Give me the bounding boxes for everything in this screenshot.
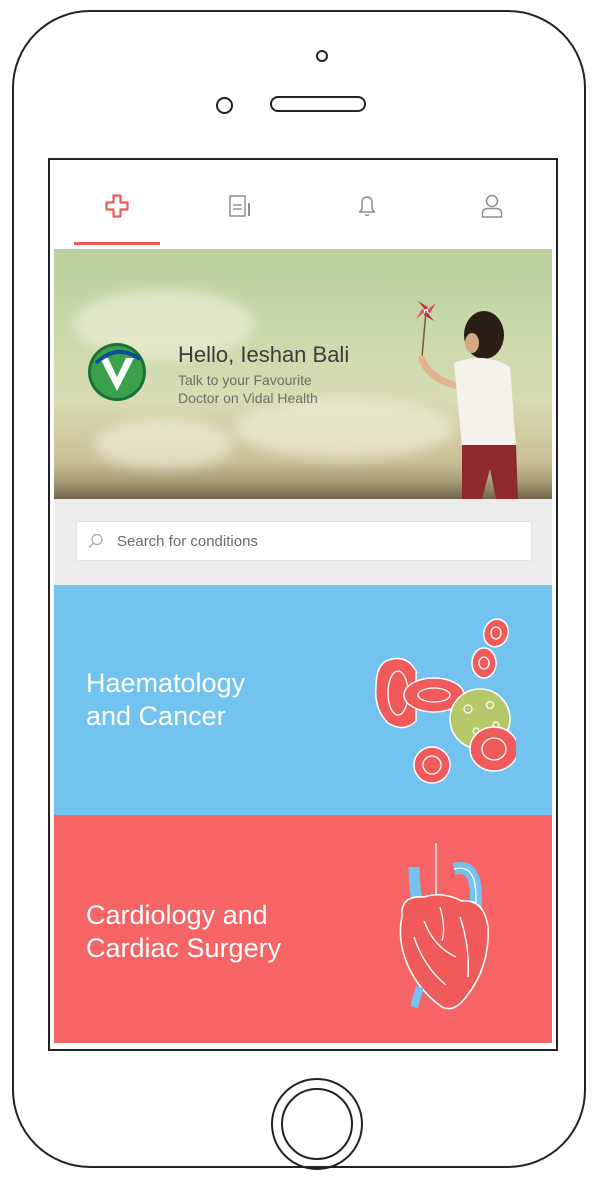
user-icon <box>481 194 502 218</box>
search-input[interactable] <box>115 531 519 551</box>
medical-cross-icon <box>104 194 129 218</box>
category-title-line2: Cardiac Surgery <box>86 933 282 963</box>
blood-cells-icon <box>375 618 516 784</box>
tab-profile[interactable] <box>429 164 552 248</box>
search-section <box>54 499 552 585</box>
category-title-line1: Cardiology and <box>86 900 268 930</box>
tab-home[interactable] <box>54 164 179 248</box>
category-card-cardiology[interactable]: Cardiology and Cardiac Surgery <box>54 815 552 1043</box>
search-bar[interactable] <box>76 521 532 561</box>
home-button[interactable] <box>271 1078 363 1170</box>
earpiece-speaker <box>270 96 366 112</box>
search-icon <box>88 533 103 548</box>
active-tab-indicator <box>74 242 160 245</box>
greeting-subtitle-line2: Doctor on Vidal Health <box>178 390 318 406</box>
greeting-subtitle-line1: Talk to your Favourite <box>178 372 312 388</box>
proximity-sensor <box>216 97 233 114</box>
vidal-logo-icon <box>88 343 146 401</box>
category-title-line2: and Cancer <box>86 701 226 731</box>
bell-icon <box>358 196 375 217</box>
child-with-pinwheel-illustration <box>416 301 518 499</box>
front-camera <box>316 50 328 62</box>
welcome-banner: Hello, Ieshan Bali Talk to your Favourit… <box>54 249 552 499</box>
greeting-title: Hello, Ieshan Bali <box>178 342 350 367</box>
heart-organ-icon <box>399 843 489 1010</box>
clipboard-icon <box>228 195 250 217</box>
top-tab-bar <box>54 164 552 248</box>
category-card-haematology[interactable]: Haematology and Cancer <box>54 585 552 815</box>
app-screen: Hello, Ieshan Bali Talk to your Favourit… <box>48 158 558 1051</box>
category-title-line1: Haematology <box>86 668 246 698</box>
tab-notifications[interactable] <box>304 164 429 248</box>
tab-records[interactable] <box>179 164 304 248</box>
